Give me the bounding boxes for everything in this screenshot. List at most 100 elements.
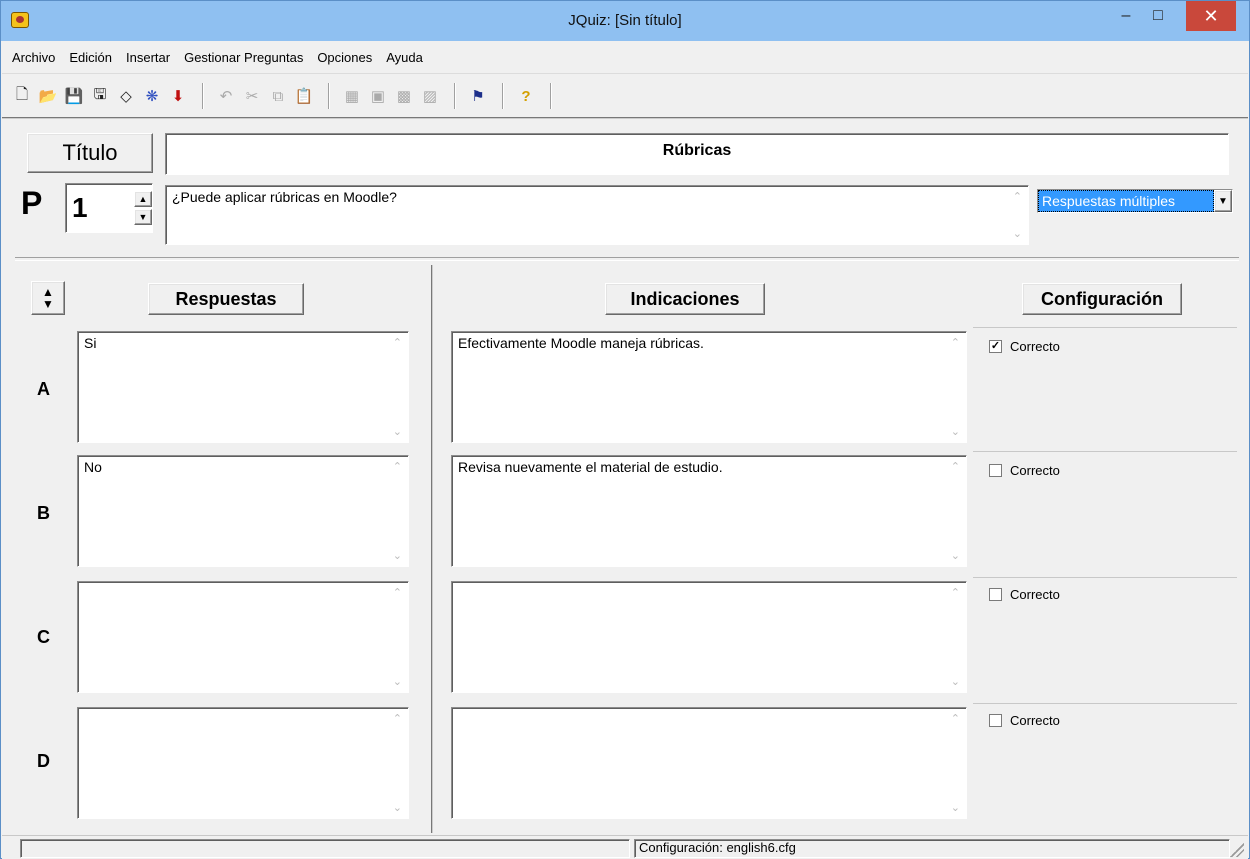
feedback-b-field[interactable]: Revisa nuevamente el material de estudio… — [451, 455, 967, 567]
scroll-down-icon[interactable]: ⌄ — [393, 675, 402, 688]
menu-insertar[interactable]: Insertar — [126, 50, 170, 65]
flash-icon[interactable]: ❋ — [140, 84, 164, 108]
copy-icon[interactable]: ⧉ — [266, 84, 290, 108]
app-window: JQuiz: [Sin título] – □ ✕ Archivo Edició… — [0, 0, 1250, 859]
menu-opciones[interactable]: Opciones — [317, 50, 372, 65]
answer-b-field[interactable]: No ⌃ ⌄ — [77, 455, 409, 567]
menu-archivo[interactable]: Archivo — [12, 50, 55, 65]
answer-d-field[interactable]: ⌃ ⌄ — [77, 707, 409, 819]
answers-pane: ▲ ▼ Respuestas A Si ⌃ ⌄ B No ⌃ ⌄ C ⌃ ⌄ D… — [15, 265, 433, 833]
paste-icon[interactable]: 📋 — [292, 84, 316, 108]
correct-label: Correcto — [1010, 339, 1060, 354]
insert-link-icon[interactable]: ▩ — [392, 84, 416, 108]
checkbox-unchecked-icon[interactable] — [989, 714, 1002, 727]
divider — [15, 257, 1239, 261]
correct-label: Correcto — [1010, 713, 1060, 728]
answer-c-field[interactable]: ⌃ ⌄ — [77, 581, 409, 693]
feedback-a-field[interactable]: Efectivamente Moodle maneja rúbricas. ⌃ … — [451, 331, 967, 443]
scroll-down-icon[interactable]: ⌄ — [393, 549, 402, 562]
answer-text: No — [84, 459, 102, 475]
correct-c-checkbox[interactable]: Correcto — [989, 587, 1060, 602]
scroll-up-icon[interactable]: ⌃ — [393, 460, 402, 473]
config-icon[interactable]: ⚑ — [466, 84, 490, 108]
question-type-select[interactable]: Respuestas múltiples ▼ — [1037, 189, 1233, 213]
window-title: JQuiz: [Sin título] — [568, 12, 682, 29]
checkbox-unchecked-icon[interactable] — [989, 464, 1002, 477]
menu-ayuda[interactable]: Ayuda — [386, 50, 423, 65]
answer-text: Si — [84, 335, 97, 351]
menu-gestionar-preguntas[interactable]: Gestionar Preguntas — [184, 50, 303, 65]
row-letter-a: A — [37, 379, 50, 399]
scroll-up-icon[interactable]: ⌃ — [393, 336, 402, 349]
save-as-icon[interactable]: 🖫 — [88, 84, 112, 108]
toolbar-separator — [454, 83, 456, 109]
export-icon[interactable]: ⬇ — [166, 84, 190, 108]
scroll-down-icon[interactable]: ⌄ — [1013, 227, 1022, 240]
question-number-stepper[interactable]: 1 ▲ ▼ — [65, 183, 153, 233]
scroll-down-icon[interactable]: ⌄ — [951, 675, 960, 688]
scroll-down-icon[interactable]: ⌄ — [951, 549, 960, 562]
delete-question-icon[interactable]: ▣ — [366, 84, 390, 108]
undo-icon[interactable]: ↶ — [214, 84, 238, 108]
scroll-up-icon[interactable]: ⌃ — [393, 712, 402, 725]
web-page-icon[interactable]: ◇ — [114, 84, 138, 108]
feedback-header-button[interactable]: Indicaciones — [605, 283, 765, 315]
scroll-down-icon[interactable]: ⌄ — [393, 801, 402, 814]
feedback-text: Efectivamente Moodle maneja rúbricas. — [458, 335, 704, 351]
scroll-up-icon[interactable]: ⌃ — [393, 586, 402, 599]
insert-image-icon[interactable]: ▨ — [418, 84, 442, 108]
title-button[interactable]: Título — [27, 133, 153, 173]
reorder-answers-button[interactable]: ▲ ▼ — [31, 281, 65, 315]
row-divider — [973, 703, 1237, 704]
resize-grip-icon[interactable] — [1230, 843, 1244, 857]
question-type-value[interactable]: Respuestas múltiples — [1038, 190, 1214, 212]
stepper-down-icon[interactable]: ▼ — [134, 209, 152, 225]
minimize-button[interactable]: – — [1111, 1, 1141, 31]
correct-d-checkbox[interactable]: Correcto — [989, 713, 1060, 728]
scroll-up-icon[interactable]: ⌃ — [951, 460, 960, 473]
checkbox-checked-icon[interactable]: ✓ — [989, 340, 1002, 353]
correct-label: Correcto — [1010, 463, 1060, 478]
feedback-c-field[interactable]: ⌃ ⌄ — [451, 581, 967, 693]
correct-label: Correcto — [1010, 587, 1060, 602]
menu-edicion[interactable]: Edición — [69, 50, 112, 65]
status-bar: Configuración: english6.cfg — [2, 835, 1248, 859]
cut-icon[interactable]: ✂ — [240, 84, 264, 108]
question-label: P — [21, 185, 43, 221]
row-letter-b: B — [37, 503, 50, 523]
toolbar-separator — [550, 83, 552, 109]
title-bar[interactable]: JQuiz: [Sin título] – □ ✕ — [1, 1, 1249, 41]
row-letter-c: C — [37, 627, 50, 647]
scroll-down-icon[interactable]: ⌄ — [393, 425, 402, 438]
answers-header-button[interactable]: Respuestas — [148, 283, 304, 315]
correct-a-checkbox[interactable]: ✓ Correcto — [989, 339, 1060, 354]
settings-header-button[interactable]: Configuración — [1022, 283, 1182, 315]
scroll-up-icon[interactable]: ⌃ — [951, 586, 960, 599]
add-question-icon[interactable]: ▦ — [340, 84, 364, 108]
save-icon[interactable]: 💾 — [62, 84, 86, 108]
status-cell-empty — [20, 839, 630, 858]
question-number[interactable]: 1 — [66, 184, 134, 232]
chevron-down-icon[interactable]: ▼ — [1214, 190, 1232, 212]
question-text-field[interactable]: ¿Puede aplicar rúbricas en Moodle? ⌃ ⌄ — [165, 185, 1029, 245]
scroll-up-icon[interactable]: ⌃ — [951, 336, 960, 349]
checkbox-unchecked-icon[interactable] — [989, 588, 1002, 601]
help-icon[interactable]: ? — [514, 84, 538, 108]
title-field[interactable]: Rúbricas — [165, 133, 1229, 175]
scroll-up-icon[interactable]: ⌃ — [1013, 190, 1022, 203]
toolbar-separator — [202, 83, 204, 109]
scroll-up-icon[interactable]: ⌃ — [951, 712, 960, 725]
new-file-icon[interactable]: 🗋 — [10, 84, 34, 108]
stepper-up-icon[interactable]: ▲ — [134, 191, 152, 207]
maximize-button[interactable]: □ — [1143, 1, 1173, 31]
question-header-panel: Título Rúbricas P 1 ▲ ▼ ¿Puede aplicar r… — [15, 125, 1239, 261]
feedback-d-field[interactable]: ⌃ ⌄ — [451, 707, 967, 819]
scroll-down-icon[interactable]: ⌄ — [951, 801, 960, 814]
answer-a-field[interactable]: Si ⌃ ⌄ — [77, 331, 409, 443]
close-button[interactable]: ✕ — [1186, 1, 1236, 31]
correct-b-checkbox[interactable]: Correcto — [989, 463, 1060, 478]
row-letter-d: D — [37, 751, 50, 771]
open-folder-icon[interactable]: 📂 — [36, 84, 60, 108]
menu-bar: Archivo Edición Insertar Gestionar Pregu… — [2, 41, 1248, 74]
scroll-down-icon[interactable]: ⌄ — [951, 425, 960, 438]
